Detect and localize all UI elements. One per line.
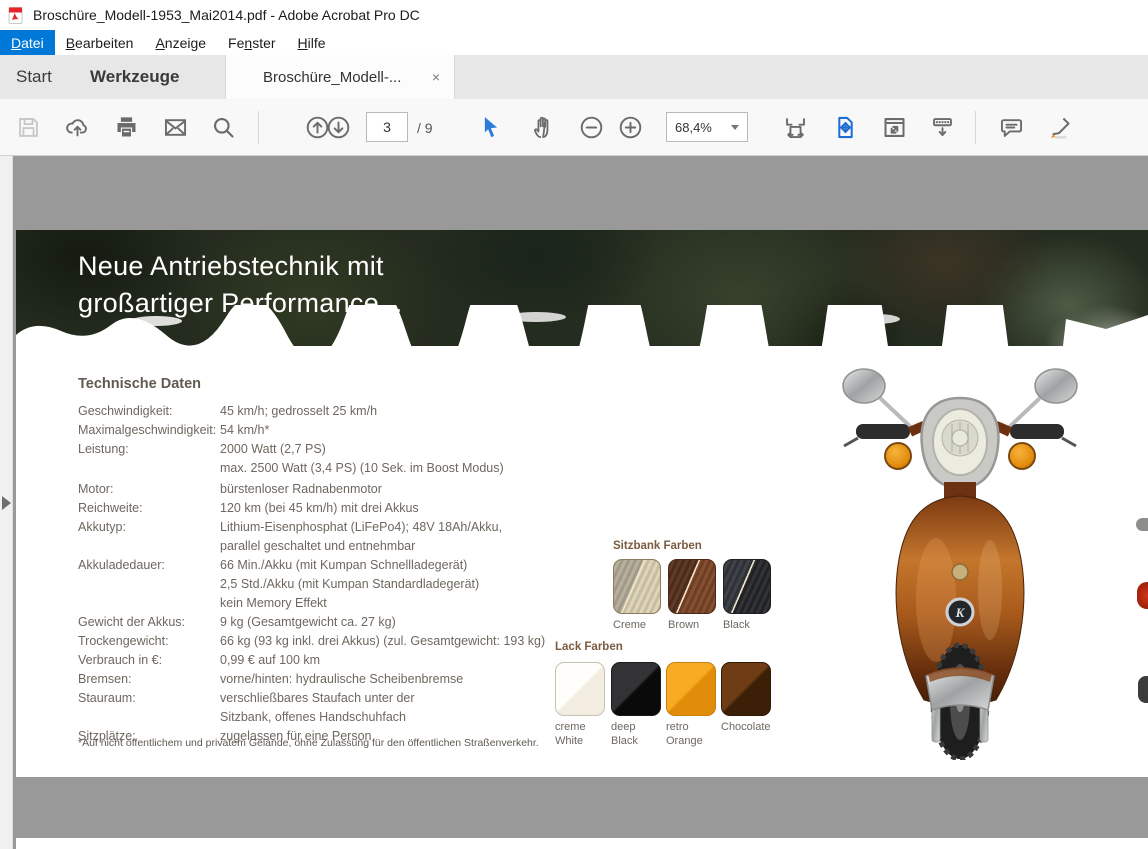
toolbar-separator bbox=[258, 111, 259, 144]
hand-tool-icon[interactable] bbox=[529, 113, 557, 141]
spec-row: Akkuladedauer:66 Min./Akku (mit Kumpan S… bbox=[78, 556, 548, 613]
tab-strip: Start Werkzeuge Broschüre_Modell-... × bbox=[0, 55, 1148, 99]
reading-mode-icon[interactable] bbox=[928, 113, 956, 141]
fit-width-icon[interactable] bbox=[781, 113, 809, 141]
spec-row: Trockengewicht:66 kg (93 kg inkl. drei A… bbox=[78, 632, 548, 651]
paint-color-label: deepBlack bbox=[611, 721, 638, 748]
scooter-front-image: K bbox=[840, 360, 1080, 760]
seat-color-swatch-black bbox=[723, 559, 771, 614]
comment-icon[interactable] bbox=[997, 113, 1025, 141]
svg-text:K: K bbox=[955, 605, 966, 620]
spec-row: Maximalgeschwindigkeit:54 km/h* bbox=[78, 421, 548, 440]
share-cloud-upload-icon[interactable] bbox=[63, 113, 91, 141]
search-icon[interactable] bbox=[209, 113, 237, 141]
spec-row: Verbrauch in €:0,99 € auf 100 km bbox=[78, 651, 548, 670]
cropped-scooter-fragment bbox=[1137, 582, 1148, 609]
select-tool-icon[interactable] bbox=[476, 113, 504, 141]
next-page-edge bbox=[16, 838, 1148, 849]
menu-anzeige[interactable]: Anzeige bbox=[144, 30, 217, 55]
spec-row: Motor:bürstenloser Radnabenmotor bbox=[78, 480, 548, 499]
spec-row: Leistung:2000 Watt (2,7 PS)max. 2500 Wat… bbox=[78, 440, 548, 478]
spec-row: Stauraum:verschließbares Staufach unter … bbox=[78, 689, 548, 727]
page-total-label: / 9 bbox=[417, 120, 433, 136]
zoom-level-select[interactable]: 68,4% bbox=[666, 112, 748, 142]
paint-color-label: retroOrange bbox=[666, 721, 703, 748]
tab-werkzeuge[interactable]: Werkzeuge bbox=[90, 55, 179, 99]
section-title: Technische Daten bbox=[78, 376, 201, 392]
tab-document-label: Broschüre_Modell-... bbox=[263, 69, 401, 86]
menu-bearbeiten[interactable]: Bearbeiten bbox=[55, 30, 145, 55]
paint-color-label: cremeWhite bbox=[555, 721, 586, 748]
cropped-scooter-fragment bbox=[1136, 518, 1148, 531]
tab-close-icon[interactable]: × bbox=[432, 69, 440, 85]
title-bar: Broschüre_Modell-1953_Mai2014.pdf - Adob… bbox=[0, 0, 1148, 30]
fullscreen-icon[interactable] bbox=[880, 113, 908, 141]
zoom-in-icon[interactable] bbox=[616, 113, 644, 141]
save-icon[interactable] bbox=[14, 113, 42, 141]
menu-bar: Datei Bearbeiten Anzeige Fenster Hilfe bbox=[0, 30, 1148, 55]
pdf-page: Neue Antriebstechnik mit großartiger Per… bbox=[16, 230, 1148, 777]
paint-colors-title: Lack Farben bbox=[555, 641, 623, 653]
spec-row: Reichweite:120 km (bei 45 km/h) mit drei… bbox=[78, 499, 548, 518]
next-page-icon[interactable] bbox=[324, 113, 352, 141]
seat-color-label: Brown bbox=[668, 619, 699, 633]
spec-row: Bremsen:vorne/hinten: hydraulische Schei… bbox=[78, 670, 548, 689]
hero-photo: Neue Antriebstechnik mit großartiger Per… bbox=[16, 230, 1148, 346]
navigation-pane-strip bbox=[0, 156, 13, 849]
chevron-down-icon bbox=[731, 125, 739, 130]
toolbar-separator bbox=[975, 111, 976, 144]
paint-color-label: Chocolate bbox=[721, 721, 771, 735]
menu-fenster[interactable]: Fenster bbox=[217, 30, 286, 55]
fit-page-icon[interactable] bbox=[831, 113, 859, 141]
seat-color-swatch-creme bbox=[613, 559, 661, 614]
seat-colors-title: Sitzbank Farben bbox=[613, 540, 702, 552]
email-icon[interactable] bbox=[161, 113, 189, 141]
print-icon[interactable] bbox=[112, 113, 140, 141]
spec-table: Geschwindigkeit:45 km/h; gedrosselt 25 k… bbox=[78, 402, 548, 746]
paint-color-swatch-chocolate bbox=[721, 662, 771, 716]
window-title: Broschüre_Modell-1953_Mai2014.pdf - Adob… bbox=[33, 7, 420, 23]
paint-color-swatch-retro-orange bbox=[666, 662, 716, 716]
seat-color-label: Black bbox=[723, 619, 750, 633]
document-view: Neue Antriebstechnik mit großartiger Per… bbox=[0, 156, 1148, 849]
paint-color-swatch-deep-black bbox=[611, 662, 661, 716]
page-number-input[interactable] bbox=[366, 112, 408, 142]
spec-row: Akkutyp:Lithium-Eisenphosphat (LiFePo4);… bbox=[78, 518, 548, 556]
spec-row: Geschwindigkeit:45 km/h; gedrosselt 25 k… bbox=[78, 402, 548, 421]
seat-color-swatch-brown bbox=[668, 559, 716, 614]
footnote: *Auf nicht öffentlichem und privatem Gel… bbox=[78, 737, 539, 749]
tab-document[interactable]: Broschüre_Modell-... × bbox=[225, 55, 455, 99]
main-toolbar: / 9 68,4% bbox=[0, 99, 1148, 156]
spec-row: Gewicht der Akkus:9 kg (Gesamtgewicht ca… bbox=[78, 613, 548, 632]
highlight-icon[interactable] bbox=[1045, 113, 1073, 141]
menu-datei[interactable]: Datei bbox=[0, 30, 55, 55]
tab-start[interactable]: Start bbox=[16, 55, 52, 99]
page-heading: Neue Antriebstechnik mit großartiger Per… bbox=[78, 248, 402, 322]
zoom-out-icon[interactable] bbox=[577, 113, 605, 141]
zoom-level-value: 68,4% bbox=[675, 120, 712, 135]
nav-pane-expand-icon[interactable] bbox=[2, 496, 11, 510]
cropped-scooter-fragment bbox=[1138, 676, 1148, 703]
seat-color-label: Creme bbox=[613, 619, 646, 633]
pdf-file-icon bbox=[8, 7, 25, 24]
paint-color-swatch-creme-white bbox=[555, 662, 605, 716]
menu-hilfe[interactable]: Hilfe bbox=[287, 30, 337, 55]
